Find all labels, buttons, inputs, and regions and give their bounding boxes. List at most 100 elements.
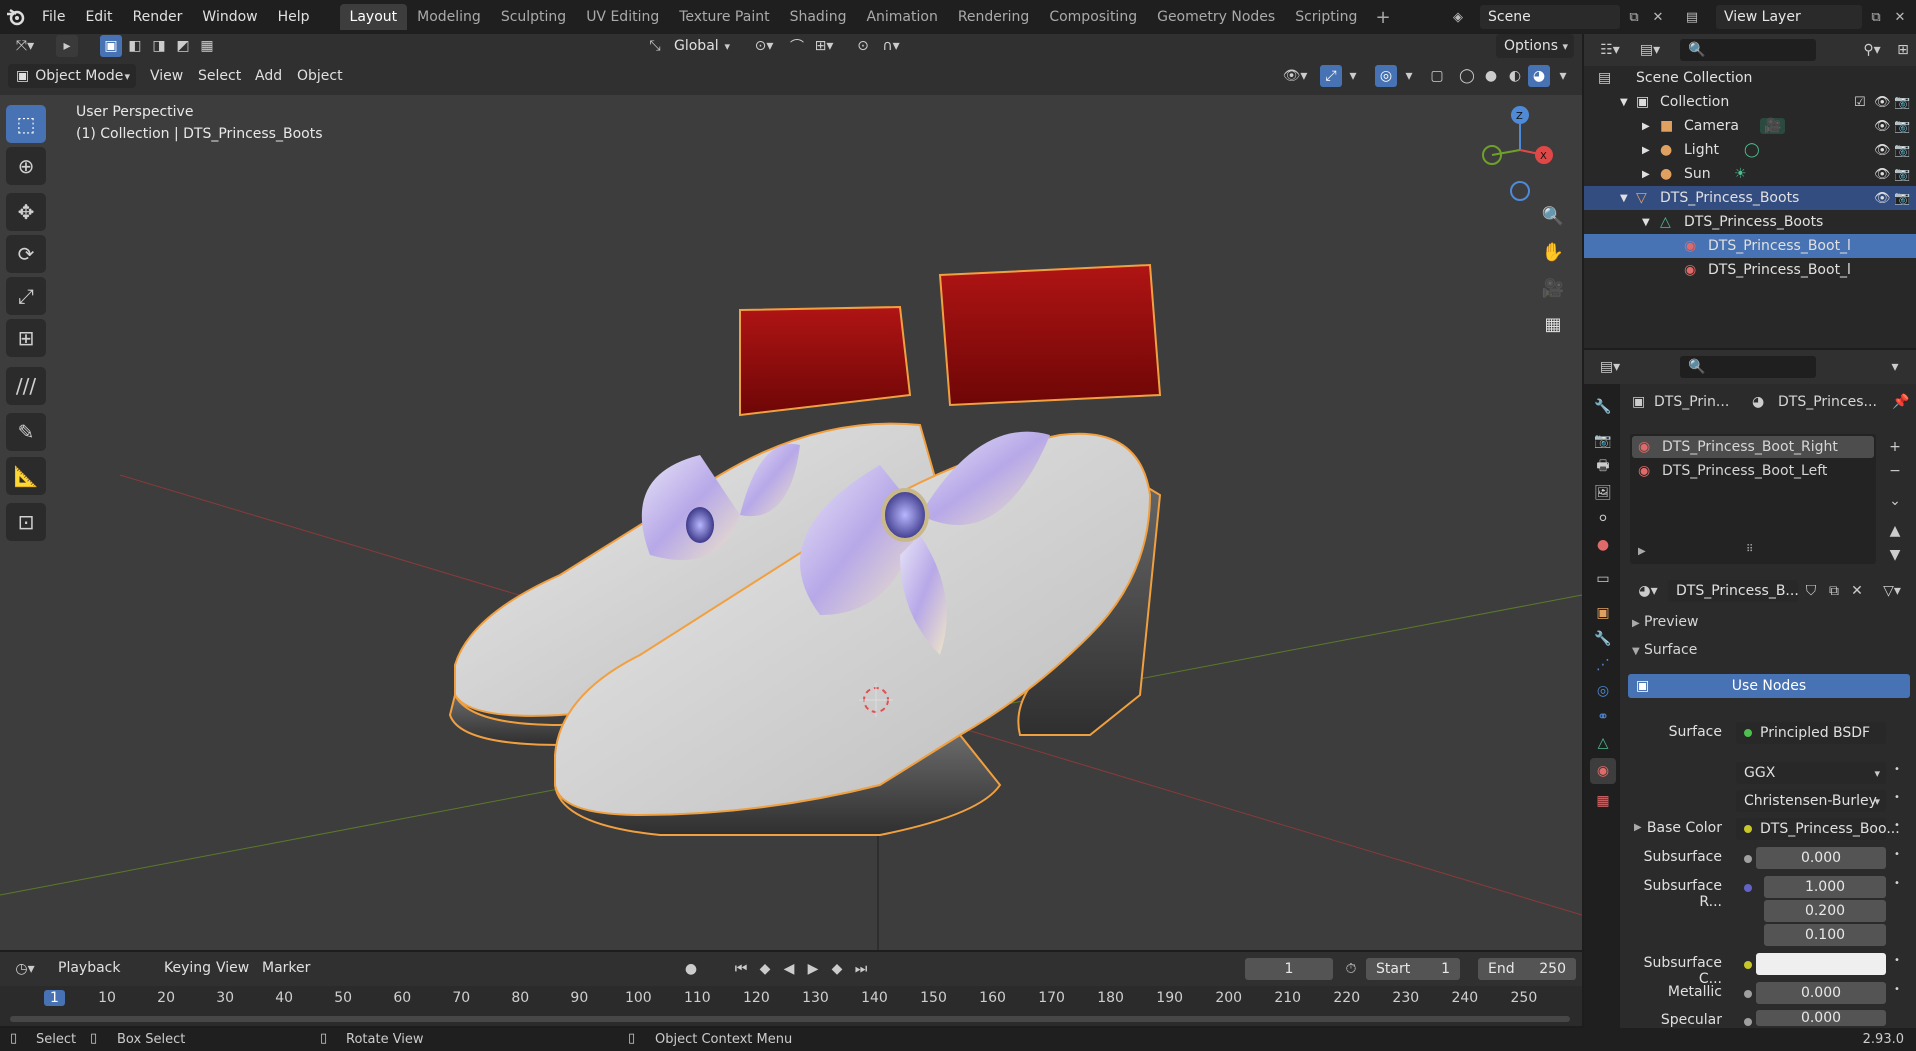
outliner[interactable]: ▤ Scene Collection ▼ ▣ Collection ☑ 👁 📷 … xyxy=(1584,66,1916,348)
tool-add-cube-icon[interactable]: ⊡ xyxy=(6,503,46,541)
pivot-point-icon[interactable]: ⊙▾ xyxy=(748,35,780,57)
jump-end-icon[interactable]: ⏭ xyxy=(850,958,872,980)
checkbox-icon[interactable]: ☑ xyxy=(1854,95,1866,110)
menu-playback[interactable]: Playback xyxy=(58,960,120,976)
menu-render[interactable]: Render xyxy=(123,0,193,34)
tab-world-icon[interactable]: ● xyxy=(1590,532,1616,558)
rendered-shading-icon[interactable]: ◕ xyxy=(1528,65,1550,87)
surface-shader-field[interactable]: Principled BSDF xyxy=(1736,722,1886,744)
blender-logo-icon[interactable] xyxy=(0,0,32,34)
timeline-editor-icon[interactable]: ◷▾ xyxy=(8,958,42,980)
shading-menu-icon[interactable]: ▾ xyxy=(1552,65,1574,87)
tool-rotate-icon[interactable]: ⟳ xyxy=(6,235,46,273)
keyframe-dot-icon[interactable]: • xyxy=(1894,955,1900,966)
tab-uv-editing[interactable]: UV Editing xyxy=(576,4,669,30)
snap-target-icon[interactable]: ⊞▾ xyxy=(808,35,840,57)
properties-search-input[interactable]: 🔍 xyxy=(1680,356,1816,378)
unlink-material-icon[interactable]: ✕ xyxy=(1846,580,1868,602)
menu-marker[interactable]: Marker xyxy=(262,960,310,976)
menu-add[interactable]: Add xyxy=(255,68,282,84)
chevron-down-icon[interactable]: ▼ xyxy=(1620,97,1628,108)
prev-keyframe-icon[interactable]: ◆ xyxy=(754,958,776,980)
pan-hand-icon[interactable]: ✋ xyxy=(1538,237,1568,267)
menu-keying[interactable]: Keying xyxy=(164,960,211,976)
chevron-right-icon[interactable]: ▶ xyxy=(1642,169,1650,180)
object-mode-dropdown[interactable]: ▣ Object Mode ▾ xyxy=(8,64,136,88)
render-camera-icon[interactable]: 📷 xyxy=(1894,143,1910,158)
render-camera-icon[interactable]: 📷 xyxy=(1894,191,1910,206)
view-layer-new-icon[interactable]: ⧉ xyxy=(1864,6,1888,28)
render-camera-icon[interactable]: 📷 xyxy=(1894,95,1910,110)
tab-tool-icon[interactable]: 🔧 xyxy=(1590,394,1616,420)
chevron-right-icon[interactable]: ▶ xyxy=(1642,121,1650,132)
view-layer-close-icon[interactable]: ✕ xyxy=(1888,6,1912,28)
timeline-body[interactable]: 1 10 20 30 40 50 60 70 80 90 100 110 120 130 140 150 160… xyxy=(0,986,1582,1026)
render-camera-icon[interactable]: 📷 xyxy=(1894,167,1910,182)
menu-help[interactable]: Help xyxy=(268,0,320,34)
panel-preview-header[interactable]: Preview xyxy=(1644,614,1699,630)
jump-start-icon[interactable]: ⏮ xyxy=(730,958,752,980)
tab-modifiers-icon[interactable]: 🔧 xyxy=(1590,626,1616,652)
outliner-row-scene-collection[interactable]: ▤ Scene Collection xyxy=(1584,66,1916,90)
slot-specials-icon[interactable]: ⌄ xyxy=(1884,490,1906,512)
select-mode-new-icon[interactable]: ▣ xyxy=(100,35,122,57)
outliner-row-collection[interactable]: ▼ ▣ Collection ☑ 👁 📷 xyxy=(1584,90,1916,114)
material-browse-icon[interactable]: ◕▾ xyxy=(1632,580,1664,602)
keyframe-dot-icon[interactable]: • xyxy=(1894,984,1900,995)
chevron-right-icon[interactable]: ▶ xyxy=(1642,145,1650,156)
tool-annotate-icon[interactable]: /// xyxy=(6,367,46,405)
menu-view[interactable]: View xyxy=(150,68,183,84)
select-mode-intersect-icon[interactable]: ▦ xyxy=(196,35,218,57)
menu-file[interactable]: File xyxy=(32,0,75,34)
visibility-icon[interactable]: 👁▾ xyxy=(1278,65,1312,87)
tool-measure-icon[interactable]: 📐 xyxy=(6,457,46,495)
move-up-icon[interactable]: ▲ xyxy=(1884,520,1906,542)
end-frame-field[interactable]: End 250 xyxy=(1478,958,1576,980)
keyframe-dot-icon[interactable]: • xyxy=(1894,792,1900,803)
metallic-field[interactable]: 0.000 xyxy=(1756,982,1886,1004)
tool-move-icon[interactable]: ✥ xyxy=(6,193,46,231)
select-tool-icon[interactable]: ▸ xyxy=(56,35,78,57)
view-layer-icon[interactable]: ▤ xyxy=(1680,6,1704,28)
tab-view-layer-icon[interactable]: 🖼 xyxy=(1590,480,1616,506)
remove-slot-icon[interactable]: − xyxy=(1884,460,1906,482)
keyframe-dot-icon[interactable]: • xyxy=(1894,820,1900,831)
properties-menu-icon[interactable]: ▾ xyxy=(1884,356,1906,378)
tab-collection-icon[interactable]: ▭ xyxy=(1590,566,1616,592)
menu-timeline-view[interactable]: View xyxy=(216,960,249,976)
subsurface-radius-z[interactable]: 0.100 xyxy=(1764,924,1886,946)
gizmo-toggle-icon[interactable]: ⤢ xyxy=(1320,65,1342,87)
play-reverse-icon[interactable]: ◀ xyxy=(778,958,800,980)
filter-icon[interactable]: ⚲▾ xyxy=(1856,39,1888,61)
base-color-field[interactable]: DTS_Princess_Boo... xyxy=(1736,818,1900,840)
scene-browse-icon[interactable]: ◈ xyxy=(1446,6,1470,28)
subsurface-radius-x[interactable]: 1.000 xyxy=(1764,876,1886,898)
scene-close-icon[interactable]: ✕ xyxy=(1646,6,1670,28)
tab-texture-paint[interactable]: Texture Paint xyxy=(669,4,779,30)
move-down-icon[interactable]: ▼ xyxy=(1884,544,1906,566)
eye-icon[interactable]: 👁 xyxy=(1874,95,1891,110)
link-menu-icon[interactable]: ▽▾ xyxy=(1874,580,1910,602)
keyframe-dot-icon[interactable]: • xyxy=(1894,878,1900,889)
proportional-falloff-icon[interactable]: ∩▾ xyxy=(876,35,906,57)
distribution-dropdown[interactable]: GGX ▾ xyxy=(1736,762,1886,784)
tab-shading[interactable]: Shading xyxy=(780,4,857,30)
overlay-toggle-icon[interactable]: ◎ xyxy=(1375,65,1397,87)
chevron-down-icon[interactable]: ▼ xyxy=(1642,217,1650,228)
tab-rendering[interactable]: Rendering xyxy=(948,4,1040,30)
tab-object-icon[interactable]: ▣ xyxy=(1590,600,1616,626)
xray-toggle-icon[interactable]: ▢ xyxy=(1426,65,1448,87)
outliner-row-material-1[interactable]: ◉ DTS_Princess_Boot_l xyxy=(1584,234,1916,258)
tab-output-icon[interactable]: 🖶 xyxy=(1590,454,1616,480)
render-camera-icon[interactable]: 📷 xyxy=(1894,119,1910,134)
subsurface-field[interactable]: 0.000 xyxy=(1756,847,1886,869)
wireframe-shading-icon[interactable]: ◯ xyxy=(1456,65,1478,87)
outliner-search-input[interactable]: 🔍 xyxy=(1680,39,1816,61)
tab-texture-icon[interactable]: ▦ xyxy=(1590,788,1616,814)
new-collection-icon[interactable]: ⊞ xyxy=(1892,39,1914,61)
panel-surface-header[interactable]: Surface xyxy=(1644,642,1697,658)
snap-toggle-icon[interactable]: ⌒ xyxy=(786,35,808,57)
material-slot-left[interactable]: ◉ DTS_Princess_Boot_Left xyxy=(1632,460,1874,482)
outliner-row-sun[interactable]: ▶ ● Sun ☀ 👁 📷 xyxy=(1584,162,1916,186)
chevron-right-icon[interactable]: ▶ xyxy=(1638,546,1646,557)
